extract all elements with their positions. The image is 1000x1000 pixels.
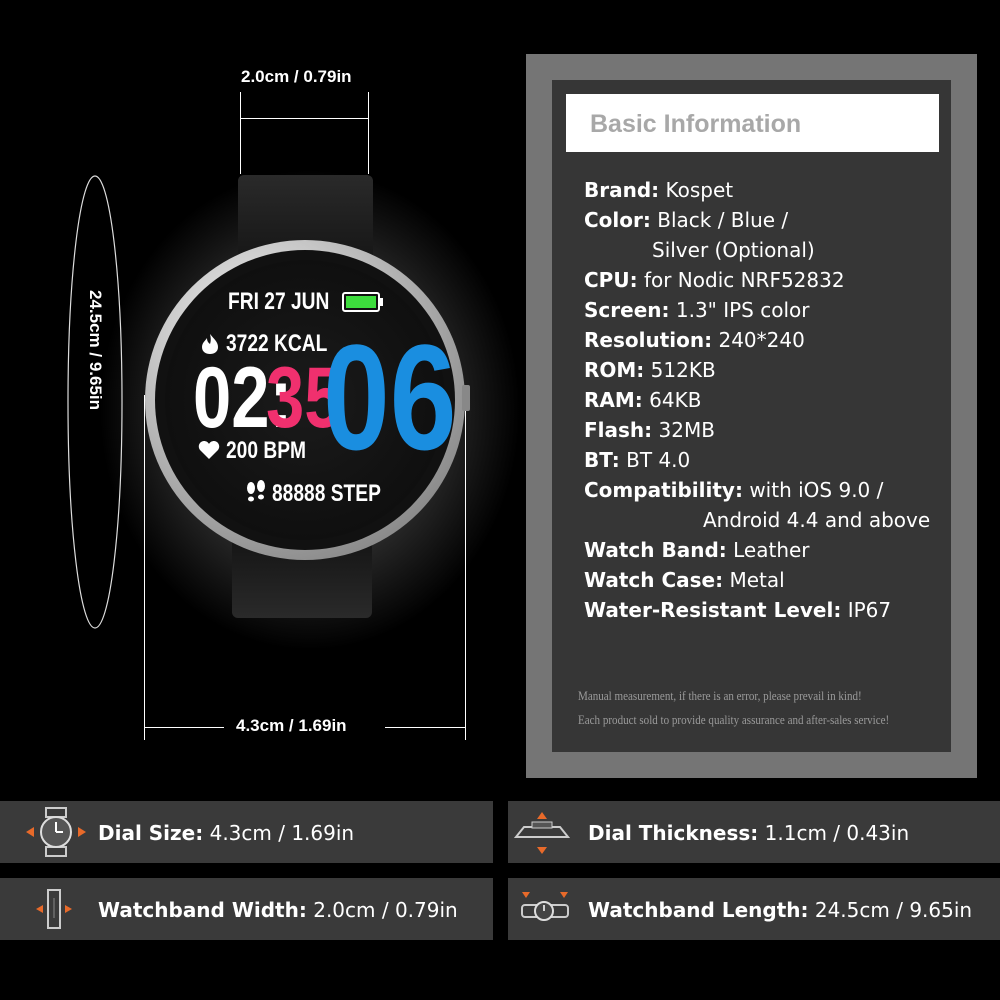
spec-row: RAM: 64KB xyxy=(584,388,702,412)
spec-row: Flash: 32MB xyxy=(584,418,715,442)
band-length-text: Watchband Length: 24.5cm / 9.65in xyxy=(588,898,973,922)
spec-row-continued: Android 4.4 and above xyxy=(703,508,931,532)
measurement-note: Manual measurement, if there is an error… xyxy=(578,688,862,703)
dial-thickness-text: Dial Thickness: 1.1cm / 0.43in xyxy=(588,821,910,845)
spec-row: Screen: 1.3" IPS color xyxy=(584,298,810,322)
dimension-line xyxy=(465,395,466,740)
spec-row: Brand: Kospet xyxy=(584,178,734,202)
spec-row: Compatibility: with iOS 9.0 / xyxy=(584,478,884,502)
dimension-line xyxy=(144,727,224,728)
watch-dial-icon xyxy=(26,807,86,857)
spec-row: BT: BT 4.0 xyxy=(584,448,691,472)
dimension-line xyxy=(144,395,145,740)
spec-row: Color: Black / Blue / xyxy=(584,208,789,232)
dial-width-dimension-label: 4.3cm / 1.69in xyxy=(236,716,347,735)
band-width-text: Watchband Width: 2.0cm / 0.79in xyxy=(98,898,458,922)
spec-row: Watch Case: Metal xyxy=(584,568,785,592)
watch-steps: 88888 STEP xyxy=(272,480,381,507)
battery-icon xyxy=(342,292,383,312)
footsteps-icon xyxy=(247,480,265,502)
spec-row: Watch Band: Leather xyxy=(584,538,810,562)
heart-icon xyxy=(198,441,220,459)
spec-row: CPU: for Nodic NRF52832 xyxy=(584,268,845,292)
dimension-line xyxy=(240,118,369,119)
watch-heart-rate: 200 BPM xyxy=(226,437,307,464)
watch-second: 06 xyxy=(323,313,457,481)
spec-row: Water-Resistant Level: IP67 xyxy=(584,598,892,622)
info-panel-title: Basic Information xyxy=(590,110,802,138)
watch-date: FRI 27 JUN xyxy=(228,288,330,315)
dial-size-text: Dial Size: 4.3cm / 1.69in xyxy=(98,821,355,845)
spec-row: ROM: 512KB xyxy=(584,358,716,382)
band-width-icon xyxy=(36,889,72,929)
watch-crown xyxy=(462,385,470,411)
band-length-icon xyxy=(521,892,569,921)
band-length-dimension-label: 24.5cm / 9.65in xyxy=(86,290,105,411)
spec-row-continued: Silver (Optional) xyxy=(652,238,815,262)
dial-thickness-icon xyxy=(514,812,570,854)
band-width-dimension-label: 2.0cm / 0.79in xyxy=(241,67,352,86)
dimension-line xyxy=(240,92,241,174)
spec-row: Resolution: 240*240 xyxy=(584,328,805,352)
dimension-line xyxy=(385,727,465,728)
dimension-line xyxy=(368,92,369,174)
service-note: Each product sold to provide quality ass… xyxy=(578,712,890,727)
